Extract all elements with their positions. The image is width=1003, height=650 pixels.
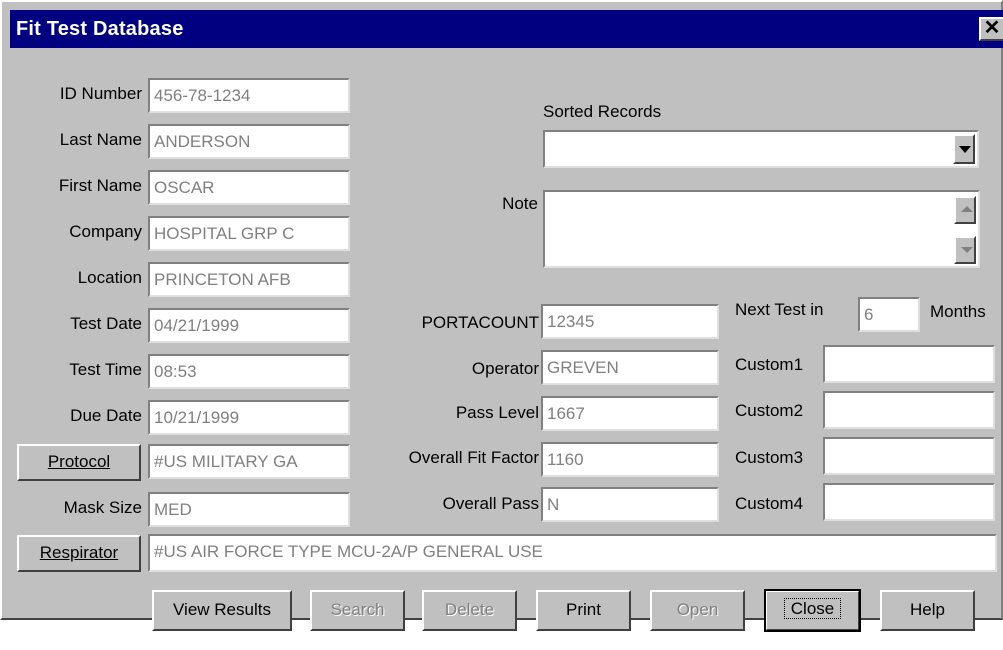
test-time-field[interactable]: 08:53: [148, 354, 350, 389]
pass-level-field[interactable]: 1667: [541, 396, 719, 431]
overall-pass-label: Overall Pass: [442, 494, 539, 513]
next-test-months-field[interactable]: 6: [858, 297, 920, 332]
first-name-field[interactable]: OSCAR: [148, 170, 350, 205]
operator-field[interactable]: GREVEN: [541, 350, 719, 385]
close-button[interactable]: Close: [764, 589, 861, 632]
months-label: Months: [930, 302, 986, 321]
sorted-records-dropdown[interactable]: [543, 130, 979, 168]
location-label: Location: [77, 268, 142, 287]
company-label: Company: [69, 222, 142, 241]
help-button[interactable]: Help: [880, 590, 975, 631]
test-date-label: Test Date: [70, 314, 142, 333]
delete-button[interactable]: Delete: [422, 590, 517, 631]
sorted-records-dropdown-button[interactable]: [953, 134, 975, 164]
custom3-label: Custom3: [735, 448, 804, 467]
title-bar: Fit Test Database ✕: [10, 10, 1003, 48]
note-label: Note: [502, 194, 538, 213]
respirator-field[interactable]: #US AIR FORCE TYPE MCU-2A/P GENERAL USE: [148, 534, 997, 572]
print-button[interactable]: Print: [536, 590, 631, 631]
test-date-field[interactable]: 04/21/1999: [148, 308, 350, 343]
protocol-field[interactable]: #US MILITARY GA: [148, 444, 350, 479]
last-name-label: Last Name: [59, 130, 142, 149]
close-window-button[interactable]: ✕: [979, 17, 1003, 41]
next-test-label: Next Test in: [735, 300, 824, 319]
scroll-up-icon: [961, 206, 973, 212]
sorted-records-label: Sorted Records: [543, 102, 662, 121]
respirator-button[interactable]: Respirator: [17, 535, 141, 572]
custom4-field[interactable]: [823, 483, 995, 521]
chevron-down-icon: [959, 146, 971, 153]
close-icon: ✕: [983, 17, 1001, 39]
note-scroll-up-button[interactable]: [954, 196, 976, 224]
custom4-label: Custom4: [735, 494, 804, 513]
portacount-label: PORTACOUNT: [421, 313, 539, 332]
mask-size-label: Mask Size: [63, 498, 142, 517]
custom2-label: Custom2: [735, 401, 804, 420]
custom1-field[interactable]: [823, 345, 995, 383]
protocol-button[interactable]: Protocol: [17, 444, 141, 481]
note-textarea[interactable]: [543, 190, 980, 268]
scroll-down-icon: [961, 247, 973, 253]
custom3-field[interactable]: [823, 437, 995, 475]
overall-fit-factor-label: Overall Fit Factor: [408, 448, 539, 467]
view-results-button[interactable]: View Results: [152, 590, 292, 631]
first-name-label: First Name: [58, 176, 142, 195]
overall-pass-field[interactable]: N: [541, 487, 719, 522]
pass-level-label: Pass Level: [455, 403, 539, 422]
portacount-field[interactable]: 12345: [541, 304, 719, 339]
open-button[interactable]: Open: [650, 590, 745, 631]
last-name-field[interactable]: ANDERSON: [148, 124, 350, 159]
id-number-field[interactable]: 456-78-1234: [148, 78, 350, 113]
window-title: Fit Test Database: [16, 18, 184, 40]
id-number-label: ID Number: [59, 84, 142, 103]
due-date-field[interactable]: 10/21/1999: [148, 400, 350, 435]
search-button[interactable]: Search: [310, 590, 405, 631]
location-field[interactable]: PRINCETON AFB: [148, 262, 350, 297]
custom1-label: Custom1: [735, 355, 804, 374]
custom2-field[interactable]: [823, 391, 995, 429]
mask-size-field[interactable]: MED: [148, 492, 350, 527]
test-time-label: Test Time: [69, 360, 142, 379]
due-date-label: Due Date: [70, 406, 142, 425]
note-scroll-down-button[interactable]: [954, 236, 976, 264]
overall-fit-factor-field[interactable]: 1160: [541, 442, 719, 477]
operator-label: Operator: [471, 359, 539, 378]
company-field[interactable]: HOSPITAL GRP C: [148, 216, 350, 251]
